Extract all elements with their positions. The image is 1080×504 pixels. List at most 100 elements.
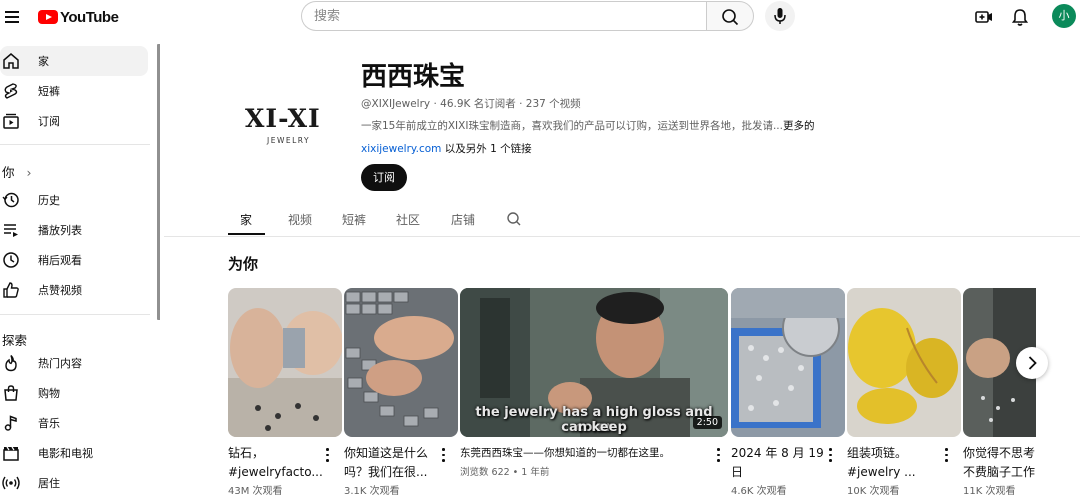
sidebar-item-trending[interactable]: 热门内容 <box>0 348 148 378</box>
tabs-divider <box>164 236 1080 237</box>
sidebar-item-live[interactable]: 居住 <box>0 468 148 498</box>
sidebar-divider <box>0 314 150 315</box>
sidebar-item-shopping[interactable]: 购物 <box>0 378 148 408</box>
video-thumbnail[interactable] <box>228 288 342 437</box>
create-button[interactable] <box>972 5 996 29</box>
tab-community[interactable]: 社区 <box>396 211 420 228</box>
more-options-icon[interactable] <box>438 446 448 464</box>
movies-icon <box>3 446 19 461</box>
sidebar-item-label: 音乐 <box>38 417 60 430</box>
more-options-icon[interactable] <box>322 446 332 464</box>
video-duration: 2:50 <box>692 416 722 429</box>
youtube-play-icon <box>38 10 58 24</box>
subscriptions-icon <box>3 113 19 129</box>
more-options-icon[interactable] <box>713 446 723 464</box>
active-tab-indicator <box>228 233 265 235</box>
search-icon <box>722 9 739 26</box>
video-count: 237 个视频 <box>525 98 581 110</box>
top-bar: YouTube 小 <box>0 0 1080 34</box>
video-meta: 10K 次观看 <box>847 486 900 497</box>
video-title[interactable]: 组装项链。 #jewelry ... <box>847 444 945 482</box>
notifications-button[interactable] <box>1008 5 1032 29</box>
channel-search-icon[interactable] <box>506 211 522 227</box>
channel-logo-wordmark: XI-XI <box>245 104 321 133</box>
logo-text: YouTube <box>60 8 119 26</box>
create-video-icon <box>975 11 992 23</box>
channel-description[interactable]: 一家15年前成立的XIXI珠宝制造商，喜欢我们的产品可以订购，运送到世界各地，批… <box>361 118 814 133</box>
video-meta: 4.6K 次观看 <box>731 486 787 497</box>
search-input[interactable] <box>302 2 706 30</box>
sidebar-divider <box>0 144 150 145</box>
sidebar-item-home[interactable]: 家 <box>0 46 148 76</box>
tab-shorts[interactable]: 短裤 <box>342 211 366 228</box>
youtube-logo[interactable]: YouTube <box>38 8 119 26</box>
live-icon <box>2 476 20 490</box>
sidebar-item-label: 短裤 <box>38 85 60 98</box>
trending-icon <box>5 355 17 372</box>
video-meta: 11K 次观看 <box>963 486 1016 497</box>
playlist-icon <box>4 224 18 237</box>
video-thumbnail[interactable]: the jewelry has a high gloss and color c… <box>460 288 728 437</box>
thumbnail-image <box>731 288 845 437</box>
channel-logo-subtext: JEWELRY <box>267 136 311 145</box>
tab-videos[interactable]: 视频 <box>288 211 312 228</box>
subscriber-count: 46.9K 名订阅者 <box>440 98 516 110</box>
sidebar-item-label: 电影和电视 <box>38 447 93 460</box>
sidebar-item-label: 购物 <box>38 387 60 400</box>
video-title[interactable]: 2024 年 8 月 19 日 <box>731 444 829 482</box>
thumbnail-image <box>847 288 961 437</box>
sidebar-scrollbar[interactable] <box>157 44 160 320</box>
home-icon <box>3 53 19 69</box>
channel-tabs: 家 视频 短裤 社区 店铺 <box>228 204 1080 236</box>
search-button[interactable] <box>706 1 754 31</box>
history-icon <box>2 192 19 208</box>
channel-name: 西西珠宝 <box>361 62 466 92</box>
shopping-icon <box>4 385 18 401</box>
more-link[interactable]: 更多的 <box>783 120 815 132</box>
video-thumbnail[interactable] <box>344 288 458 437</box>
sidebar-item-subscriptions[interactable]: 订阅 <box>0 106 148 136</box>
sidebar-item-movies[interactable]: 电影和电视 <box>0 438 148 468</box>
tab-home[interactable]: 家 <box>240 211 252 228</box>
video-meta: 浏览数 622 • 1 年前 <box>460 467 550 478</box>
section-title: 为你 <box>228 255 259 273</box>
tab-store[interactable]: 店铺 <box>451 211 475 228</box>
channel-meta: @XIXIJewelry · 46.9K 名订阅者 · 237 个视频 <box>361 98 581 110</box>
watch-later-icon <box>3 252 19 268</box>
video-title[interactable]: 东莞西西珠宝——你想知道的一切都在这里。 <box>460 444 710 463</box>
subscribe-button[interactable]: 订阅 <box>361 164 407 191</box>
channel-links: xixijewelry.com 以及另外 1 个链接 <box>361 141 532 156</box>
more-links-text[interactable]: 以及另外 1 个链接 <box>441 143 532 155</box>
bell-icon <box>1011 9 1029 26</box>
sidebar-item-playlists[interactable]: 播放列表 <box>0 215 148 245</box>
video-thumbnail[interactable] <box>731 288 845 437</box>
more-options-icon[interactable] <box>941 446 951 464</box>
voice-search-button[interactable] <box>765 1 795 31</box>
sidebar-item-label: 播放列表 <box>38 224 82 237</box>
sidebar-item-label: 点赞视频 <box>38 284 82 297</box>
search-box <box>301 1 706 31</box>
more-options-icon[interactable] <box>825 446 835 464</box>
microphone-icon <box>774 8 786 24</box>
menu-icon[interactable] <box>2 6 24 28</box>
shelf-next-button[interactable] <box>1016 347 1048 379</box>
sidebar-item-music[interactable]: 音乐 <box>0 408 148 438</box>
sidebar-item-shorts[interactable]: 短裤 <box>0 76 148 106</box>
sidebar-item-history[interactable]: 历史 <box>0 185 148 215</box>
sidebar-item-label: 热门内容 <box>38 357 82 370</box>
sidebar-item-liked-videos[interactable]: 点赞视频 <box>0 275 148 305</box>
sidebar-you-heading[interactable]: 你 › <box>2 162 32 181</box>
video-title[interactable]: 你知道这是什么 吗？我们在很... <box>344 444 442 482</box>
account-avatar[interactable]: 小 <box>1052 4 1076 28</box>
music-icon <box>4 415 17 431</box>
thumbnail-image <box>228 288 342 437</box>
video-title[interactable]: 钻石， #jewelryfacto... <box>228 444 326 482</box>
sidebar-item-label: 居住 <box>38 477 60 490</box>
video-title[interactable]: 你觉得不思考 不费脑子工作 <box>963 444 1036 482</box>
video-thumbnail[interactable] <box>847 288 961 437</box>
chevron-right-icon: › <box>26 165 32 180</box>
channel-website-link[interactable]: xixijewelry.com <box>361 143 441 155</box>
sidebar-item-watch-later[interactable]: 稍后观看 <box>0 245 148 275</box>
sidebar-item-label: 历史 <box>38 194 60 207</box>
channel-logo[interactable]: XI-XI JEWELRY <box>228 74 348 174</box>
